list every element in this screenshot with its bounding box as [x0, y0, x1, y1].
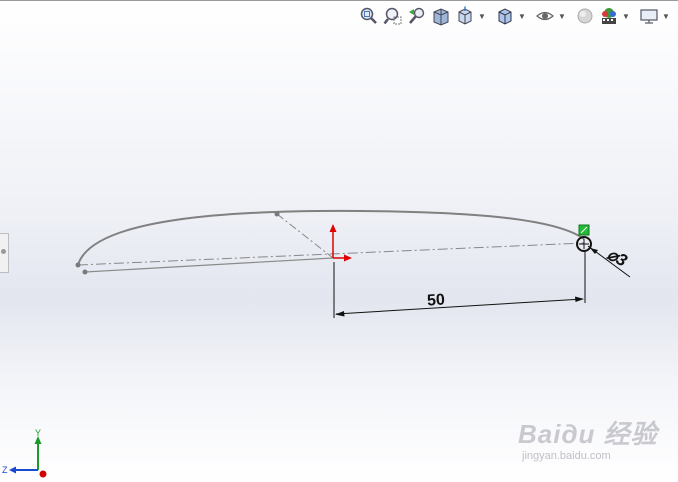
linear-dimension[interactable]: 50 — [333, 252, 586, 318]
watermark-url: jingyan.baidu.com — [522, 450, 611, 462]
diameter-dimension[interactable]: ⌀3 — [587, 244, 631, 278]
diameter-dimension-text[interactable]: ⌀3 — [604, 244, 631, 270]
triad-z-label: Z — [2, 465, 8, 475]
sketch-point[interactable] — [75, 262, 81, 268]
sketch-centerline[interactable] — [77, 242, 585, 266]
sketch-lower-line[interactable] — [84, 257, 334, 273]
small-circle[interactable] — [576, 236, 592, 252]
baidu-watermark: Baiдu 经验 jingyan.baidu.com — [518, 410, 658, 470]
sketch-point[interactable] — [274, 211, 280, 217]
endpoint-marker[interactable] — [578, 224, 590, 236]
sketch-point[interactable] — [82, 269, 88, 275]
construction-line[interactable] — [276, 213, 334, 259]
triad-y-label: Y — [35, 428, 41, 438]
linear-dimension-text[interactable]: 50 — [427, 292, 446, 310]
reference-triad: Y Z — [2, 428, 47, 478]
sketch-origin[interactable] — [329, 224, 353, 262]
watermark-brand: Baiдu 经验 — [518, 419, 658, 449]
